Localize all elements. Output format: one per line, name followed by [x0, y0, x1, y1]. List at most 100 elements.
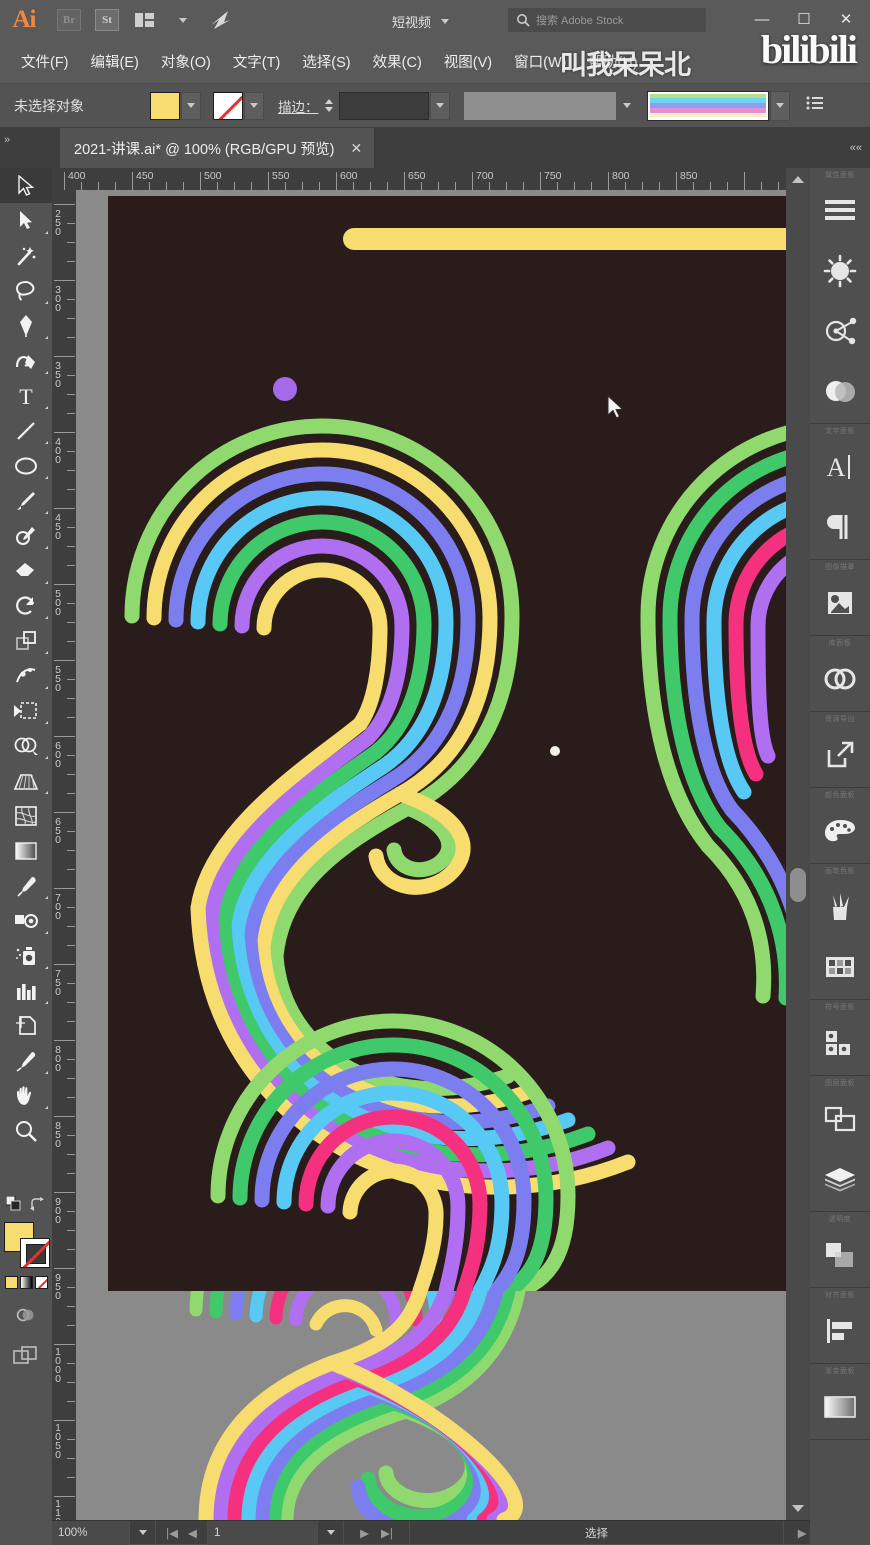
- arrange-dropdown[interactable]: [166, 7, 200, 33]
- eyedropper-tool[interactable]: [0, 868, 52, 903]
- zoom-level-dropdown[interactable]: [130, 1520, 156, 1545]
- menu-help[interactable]: 帮助(H): [577, 47, 648, 76]
- paintbrush-tool[interactable]: [0, 483, 52, 518]
- scrollbar-thumb[interactable]: [790, 868, 806, 902]
- rotate-tool[interactable]: [0, 588, 52, 623]
- selection-tool[interactable]: [0, 168, 52, 203]
- draw-normal-icon[interactable]: [15, 1306, 37, 1327]
- horizontal-ruler[interactable]: 400 450 500 550 600 650 700 750 800 850: [52, 168, 810, 190]
- scale-tool[interactable]: [0, 623, 52, 658]
- current-tool-label[interactable]: 选择: [410, 1520, 784, 1545]
- change-screen-mode-icon[interactable]: [13, 1345, 39, 1368]
- next-artboard-button[interactable]: ▶: [360, 1526, 369, 1540]
- magic-wand-tool[interactable]: [0, 238, 52, 273]
- default-fill-stroke-icon[interactable]: [5, 1195, 22, 1215]
- arrange-documents-button[interactable]: [128, 7, 162, 33]
- last-artboard-button[interactable]: ▶|: [381, 1526, 393, 1540]
- align-icon[interactable]: [810, 1301, 870, 1361]
- fill-color-swatch[interactable]: [150, 91, 180, 120]
- properties-icon[interactable]: [810, 181, 870, 241]
- close-button[interactable]: ✕: [826, 4, 866, 34]
- stroke-weight-dropdown[interactable]: [429, 91, 450, 120]
- document-tab[interactable]: 2021-讲课.ai* @ 100% (RGB/GPU 预览) ✕: [60, 128, 376, 168]
- zoom-level-field[interactable]: 100%: [52, 1520, 130, 1545]
- brush-definition-dropdown[interactable]: [769, 90, 790, 121]
- document-tab-close-icon[interactable]: ✕: [351, 140, 363, 157]
- menu-effect[interactable]: 效果(C): [362, 47, 433, 76]
- right-dock-collapse-button[interactable]: ««: [810, 128, 870, 168]
- stroke-color-swatch[interactable]: [213, 91, 243, 120]
- lasso-tool[interactable]: [0, 273, 52, 308]
- document-setup-button[interactable]: [806, 95, 824, 116]
- character-icon[interactable]: A: [810, 437, 870, 497]
- paragraph-icon[interactable]: [810, 497, 870, 557]
- artboard-number-field[interactable]: 1: [208, 1520, 318, 1545]
- line-segment-tool[interactable]: [0, 413, 52, 448]
- transform-icon[interactable]: [810, 301, 870, 361]
- stroke-profile-field[interactable]: [463, 91, 616, 120]
- width-tool[interactable]: [0, 658, 52, 693]
- stock-button[interactable]: St: [90, 7, 124, 33]
- scroll-down-icon[interactable]: [792, 1505, 804, 1512]
- free-transform-tool[interactable]: [0, 693, 52, 728]
- asset-export-icon[interactable]: [810, 725, 870, 785]
- color-guide-icon[interactable]: [810, 801, 870, 861]
- stroke-weight-field[interactable]: [338, 91, 429, 120]
- scroll-up-icon[interactable]: [792, 176, 804, 183]
- slice-tool[interactable]: [0, 1043, 52, 1078]
- shaper-tool[interactable]: [0, 518, 52, 553]
- stock-search-field[interactable]: 搜索 Adobe Stock: [508, 8, 706, 32]
- mesh-tool[interactable]: [0, 798, 52, 833]
- eraser-tool[interactable]: [0, 553, 52, 588]
- shape-builder-tool[interactable]: [0, 728, 52, 763]
- maximize-button[interactable]: ☐: [784, 4, 824, 34]
- minimize-button[interactable]: —: [742, 4, 782, 34]
- color-icon[interactable]: [4, 1276, 18, 1289]
- blend-tool[interactable]: [0, 903, 52, 938]
- gradient-tool[interactable]: [0, 833, 52, 868]
- gradient-icon[interactable]: [19, 1276, 33, 1289]
- cc-libraries-icon[interactable]: [810, 649, 870, 709]
- bridge-button[interactable]: Br: [52, 7, 86, 33]
- stroke-weight-label[interactable]: 描边：: [278, 96, 319, 116]
- transparency-icon[interactable]: [810, 1225, 870, 1285]
- menu-file[interactable]: 文件(F): [10, 47, 80, 76]
- fill-swatch-dropdown[interactable]: [181, 91, 201, 120]
- pen-tool[interactable]: [0, 308, 52, 343]
- perspective-grid-tool[interactable]: [0, 763, 52, 798]
- stroke-swatch-dropdown[interactable]: [244, 91, 264, 120]
- status-menu-arrow[interactable]: ▶: [798, 1526, 807, 1540]
- workspace-switcher[interactable]: 短视频: [392, 10, 450, 32]
- gradient-icon[interactable]: [810, 1377, 870, 1437]
- menu-select[interactable]: 选择(S): [291, 47, 361, 76]
- stroke-weight-stepper[interactable]: [324, 99, 333, 112]
- document-canvas[interactable]: [76, 190, 786, 1520]
- symbol-sprayer-tool[interactable]: [0, 938, 52, 973]
- canvas-vertical-scrollbar[interactable]: [786, 168, 810, 1520]
- direct-selection-tool[interactable]: [0, 203, 52, 238]
- first-artboard-button[interactable]: |◀: [166, 1526, 178, 1540]
- artboard-tool[interactable]: [0, 1008, 52, 1043]
- stroke-profile-dropdown[interactable]: [616, 91, 637, 120]
- menu-window[interactable]: 窗口(W): [503, 47, 577, 76]
- curvature-tool[interactable]: [0, 343, 52, 378]
- menu-object[interactable]: 对象(O): [150, 47, 222, 76]
- zoom-tool[interactable]: [0, 1113, 52, 1148]
- artboard-number-dropdown[interactable]: [318, 1520, 344, 1545]
- left-dock-expand[interactable]: »: [4, 134, 10, 146]
- brush-definition-swatch[interactable]: [646, 90, 769, 121]
- layers-icon[interactable]: [810, 1149, 870, 1209]
- hand-tool[interactable]: [0, 1078, 52, 1113]
- appearance-icon[interactable]: [810, 241, 870, 301]
- sync-settings-button[interactable]: [204, 7, 238, 33]
- image-trace-icon[interactable]: [810, 573, 870, 633]
- toolbar-stroke-swatch[interactable]: [20, 1238, 50, 1268]
- artboard-1[interactable]: [108, 196, 786, 1291]
- menu-edit[interactable]: 编辑(E): [80, 47, 150, 76]
- swatches-icon[interactable]: [810, 937, 870, 997]
- artboards-icon[interactable]: [810, 1089, 870, 1149]
- menu-type[interactable]: 文字(T): [222, 47, 292, 76]
- symbols-icon[interactable]: [810, 1013, 870, 1073]
- ellipse-tool[interactable]: [0, 448, 52, 483]
- menu-view[interactable]: 视图(V): [433, 47, 503, 76]
